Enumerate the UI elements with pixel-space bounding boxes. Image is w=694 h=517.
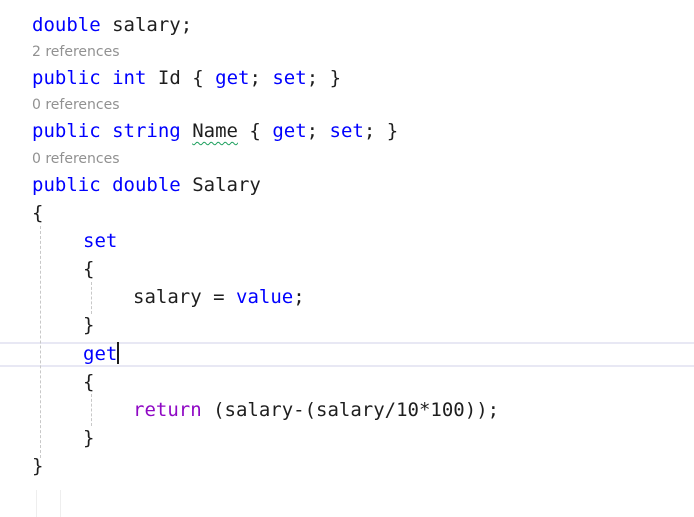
code-line-brace[interactable]: }: [32, 453, 43, 479]
brace-open: {: [249, 120, 261, 142]
keyword-get: get: [215, 67, 250, 89]
property-name-with-suggestion[interactable]: Name: [192, 120, 238, 142]
brace-open: {: [83, 258, 95, 280]
semicolon: ;: [249, 67, 261, 89]
code-line-get[interactable]: get: [83, 341, 120, 367]
keyword-public: public: [32, 67, 101, 89]
codelens-references[interactable]: 2 references: [32, 43, 120, 61]
brace-close: }: [386, 120, 399, 142]
codelens-references[interactable]: 0 references: [32, 96, 120, 114]
code-line-brace[interactable]: {: [32, 200, 43, 226]
code-line-id-property[interactable]: public int Id { get; set; }: [32, 65, 341, 91]
keyword-public: public: [32, 174, 101, 196]
brace-close: }: [329, 67, 342, 89]
code-line-name-property[interactable]: public string Name { get; set; }: [32, 118, 398, 144]
semicolon: ;: [180, 14, 193, 36]
code-line-field[interactable]: double salary;: [32, 12, 192, 38]
semicolon: ;: [487, 399, 500, 421]
property-name: Salary: [192, 174, 261, 196]
semicolon: ;: [306, 120, 319, 142]
keyword-return: return: [133, 399, 202, 421]
keyword-int: int: [112, 67, 147, 89]
keyword-set: set: [83, 230, 118, 252]
brace-open: {: [32, 202, 44, 224]
field-reference: salary: [133, 286, 202, 308]
text-caret: [117, 342, 120, 364]
code-line-brace[interactable]: }: [83, 312, 94, 338]
code-line-brace[interactable]: {: [83, 256, 94, 282]
keyword-double: double: [32, 14, 101, 36]
decoration-mark: [60, 490, 61, 517]
indent-guide: [91, 394, 92, 426]
brace-close: }: [32, 455, 44, 477]
keyword-string: string: [112, 120, 181, 142]
semicolon: ;: [293, 286, 305, 308]
semicolon: ;: [363, 120, 376, 142]
code-line-salary-property[interactable]: public double Salary: [32, 172, 261, 198]
code-line-brace[interactable]: {: [83, 369, 94, 395]
code-editor[interactable]: double salary; 2 references public int I…: [0, 0, 694, 517]
keyword-get: get: [272, 120, 307, 142]
keyword-double: double: [112, 174, 181, 196]
keyword-value: value: [236, 286, 294, 308]
brace-open: {: [192, 67, 204, 89]
indent-guide: [91, 282, 92, 314]
code-line-return[interactable]: return (salary-(salary/10*100));: [133, 397, 499, 423]
field-name: salary: [112, 14, 181, 36]
decoration-mark: [36, 490, 37, 517]
codelens-references[interactable]: 0 references: [32, 150, 120, 168]
indent-guide: [40, 226, 41, 458]
keyword-public: public: [32, 120, 101, 142]
return-expression: (salary-(salary/10*100)): [213, 399, 488, 421]
semicolon: ;: [306, 67, 319, 89]
keyword-set: set: [272, 67, 307, 89]
code-line-assignment[interactable]: salary = value;: [133, 284, 305, 310]
code-line-brace[interactable]: }: [83, 425, 94, 451]
brace-close: }: [83, 427, 95, 449]
brace-close: }: [83, 314, 95, 336]
property-name: Id: [157, 67, 181, 89]
code-line-set[interactable]: set: [83, 228, 117, 254]
assignment-operator: =: [213, 286, 225, 308]
keyword-set: set: [329, 120, 364, 142]
keyword-get: get: [83, 343, 118, 365]
brace-open: {: [83, 371, 95, 393]
